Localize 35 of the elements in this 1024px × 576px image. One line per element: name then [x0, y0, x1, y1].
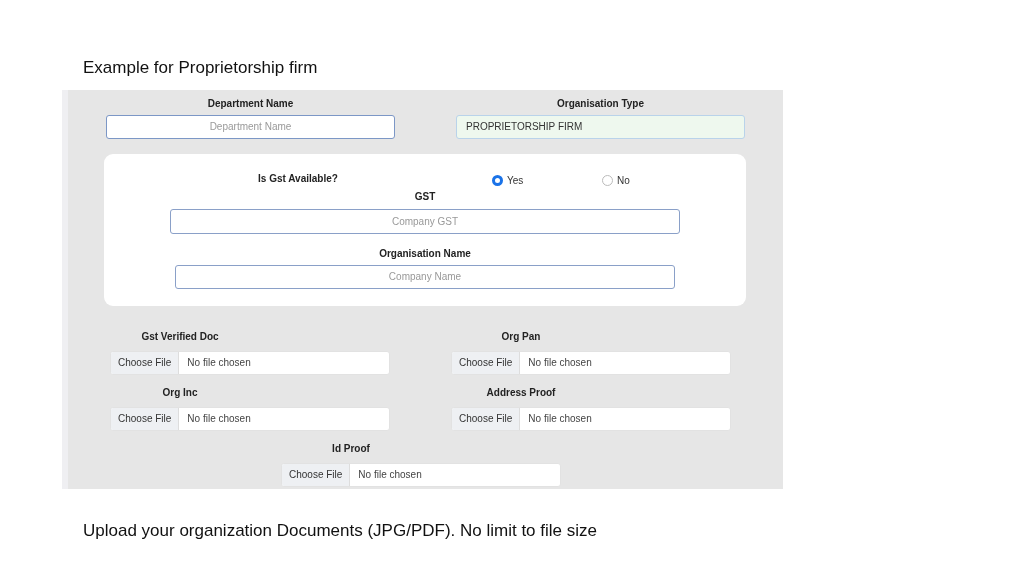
choose-file-button[interactable]: Choose File [111, 407, 180, 430]
radio-option[interactable]: No [602, 172, 648, 189]
file-status: No file chosen [186, 412, 252, 426]
question-label: Is Gst Available? [258, 171, 338, 186]
text-field[interactable]: Company GST [170, 208, 680, 234]
file-input[interactable]: Choose File No file chosen [110, 350, 390, 375]
choose-file-button[interactable]: Choose File [111, 351, 180, 374]
file-input[interactable]: Choose File No file chosen [110, 406, 390, 431]
radio-button[interactable] [492, 175, 503, 186]
file-status: No file chosen [186, 356, 252, 370]
file-status: No file chosen [357, 468, 423, 482]
file-input[interactable]: Choose File No file chosen [451, 350, 731, 375]
field-label: Organisation Name [379, 246, 471, 261]
radio-option[interactable]: Yes [492, 172, 538, 189]
file-input[interactable]: Choose File No file chosen [451, 406, 731, 431]
field-label: Organisation Type [556, 96, 645, 111]
choose-file-button[interactable]: Choose File [452, 351, 521, 374]
file-status: No file chosen [527, 356, 593, 370]
text-field[interactable]: PROPRIETORSHIP FIRM [456, 114, 745, 139]
file-status: No file chosen [527, 412, 593, 426]
text-field[interactable]: Company Name [175, 264, 675, 289]
field-label: Department Name [207, 96, 294, 111]
choose-file-button[interactable]: Choose File [282, 463, 351, 486]
document-label: Gst Verified Doc [141, 329, 219, 344]
slide-caption: Upload your organization Documents (JPG/PDF). No limit to file size [83, 519, 598, 542]
document-label: Org Inc [162, 385, 198, 400]
file-input[interactable]: Choose File No file chosen [281, 462, 561, 487]
choose-file-button[interactable]: Choose File [452, 407, 521, 430]
field-label: GST [414, 189, 436, 204]
document-label: Org Pan [501, 329, 541, 344]
radio-button[interactable] [602, 175, 613, 186]
document-label: Address Proof [486, 385, 556, 400]
slide-heading: Example for Proprietorship firm [83, 57, 319, 79]
text-field[interactable]: Department Name [106, 114, 395, 139]
document-label: Id Proof [332, 441, 370, 456]
